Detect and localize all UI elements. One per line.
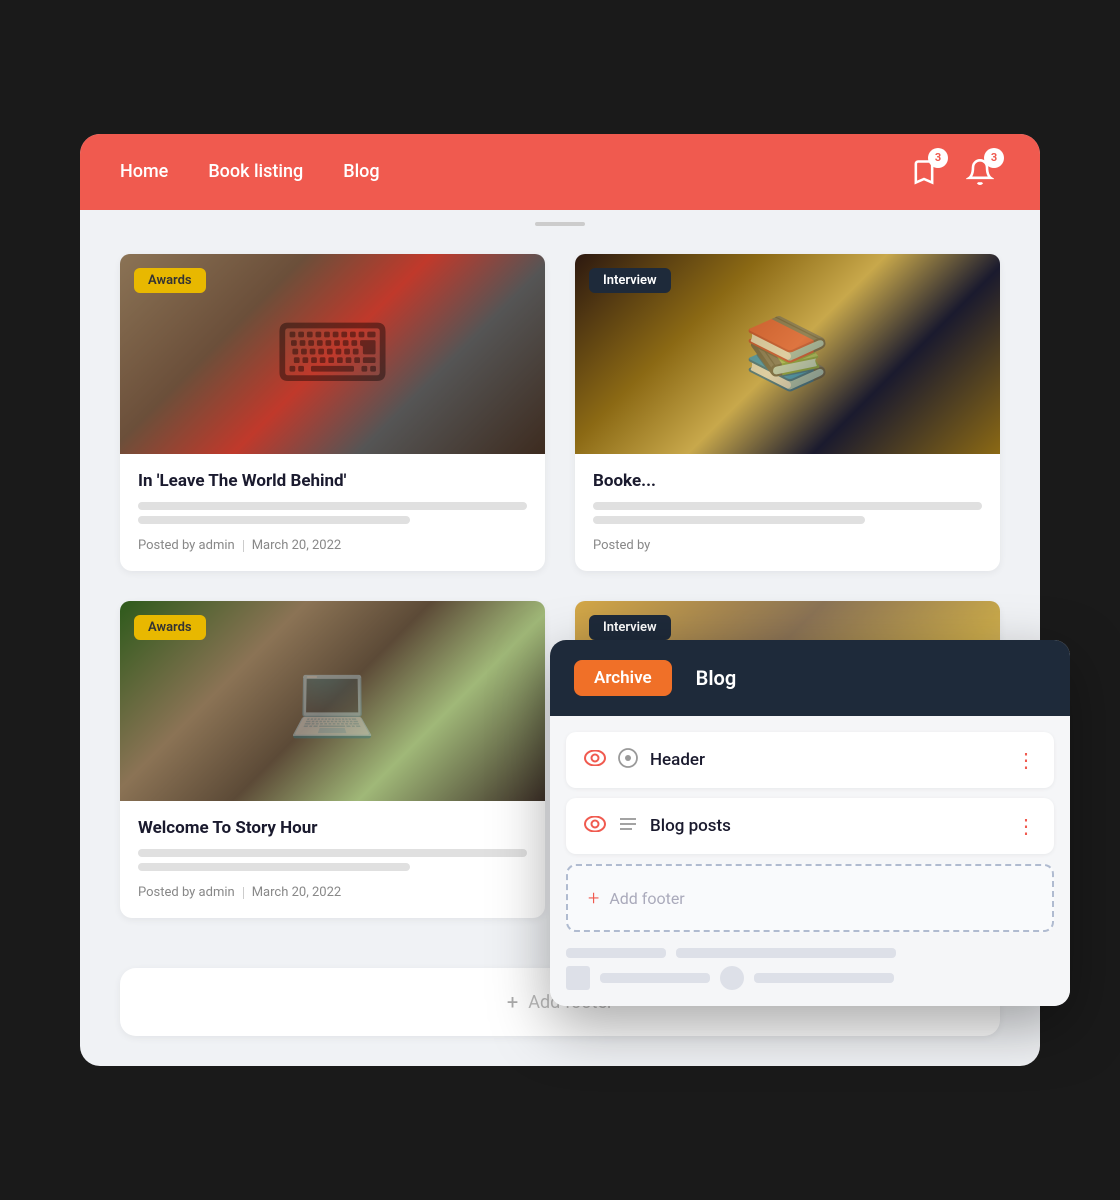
- meta-divider: [243, 887, 244, 899]
- card-1-title: In 'Leave The World Behind': [138, 470, 527, 492]
- add-footer-dashed[interactable]: + Add footer: [566, 864, 1054, 932]
- card-4-category-badge: Interview: [589, 615, 671, 640]
- archive-panel-header: Archive Blog: [550, 640, 1070, 716]
- archive-section-header: Header ⋮: [566, 732, 1054, 788]
- card-2-title: Booke...: [593, 470, 982, 492]
- card-3-image: Awards: [120, 601, 545, 801]
- line-full: [138, 502, 527, 510]
- nav-link-home[interactable]: Home: [120, 161, 168, 182]
- card-2-category-badge: Interview: [589, 268, 671, 293]
- eye-icon-header[interactable]: [584, 750, 606, 771]
- ph-rect-3: [600, 973, 710, 983]
- three-dots-header[interactable]: ⋮: [1016, 748, 1036, 772]
- add-footer-dashed-label: Add footer: [609, 889, 684, 908]
- nav-link-book-listing[interactable]: Book listing: [208, 161, 303, 182]
- card-2-meta: Posted by: [593, 538, 982, 553]
- section-left-header: Header: [584, 748, 705, 772]
- card-1-category-badge: Awards: [134, 268, 206, 293]
- section-name-header: Header: [650, 750, 705, 770]
- card-1-image: Awards: [120, 254, 545, 454]
- placeholder-rows: [566, 948, 1054, 990]
- card-3-title: Welcome To Story Hour: [138, 817, 527, 839]
- line-short: [593, 516, 865, 524]
- ph-rect-4: [754, 973, 894, 983]
- line-short: [138, 516, 410, 524]
- card-1-content: In 'Leave The World Behind' Posted by ad…: [120, 454, 545, 571]
- card-2-lines: [593, 502, 982, 524]
- bookmark-icon-btn[interactable]: 3: [904, 152, 944, 192]
- placeholder-row-1: [566, 948, 1054, 958]
- section-left-blogposts: Blog posts: [584, 815, 731, 837]
- ph-square: [566, 966, 590, 990]
- add-footer-dashed-plus-icon: +: [588, 886, 599, 910]
- eye-icon-blogposts[interactable]: [584, 816, 606, 837]
- card-3-date: March 20, 2022: [252, 885, 342, 900]
- add-footer-plus-icon: +: [507, 990, 518, 1014]
- three-dots-blogposts[interactable]: ⋮: [1016, 814, 1036, 838]
- archive-section-blogposts: Blog posts ⋮: [566, 798, 1054, 854]
- nav-links: Home Book listing Blog: [120, 161, 380, 182]
- scroll-indicator: [80, 210, 1040, 234]
- card-2-image: Interview: [575, 254, 1000, 454]
- placeholder-row-2: [566, 966, 1054, 990]
- main-container: Home Book listing Blog 3 3: [80, 134, 1040, 1066]
- card-3-category-badge: Awards: [134, 615, 206, 640]
- card-1-author: Posted by admin: [138, 538, 235, 553]
- card-3-author: Posted by admin: [138, 885, 235, 900]
- card-2-author: Posted by: [593, 538, 650, 553]
- line-full: [138, 849, 527, 857]
- card-1-meta: Posted by admin March 20, 2022: [138, 538, 527, 553]
- ph-avatar: [720, 966, 744, 990]
- blog-card-1[interactable]: Awards In 'Leave The World Behind' Poste…: [120, 254, 545, 571]
- archive-panel: Archive Blog: [550, 640, 1070, 1006]
- line-short: [138, 863, 410, 871]
- ph-rect-2: [676, 948, 896, 958]
- scroll-bar: [535, 222, 585, 226]
- archive-panel-body: Header ⋮: [550, 716, 1070, 1006]
- meta-divider: [243, 540, 244, 552]
- bell-icon-btn[interactable]: 3: [960, 152, 1000, 192]
- card-1-lines: [138, 502, 527, 524]
- archive-tab-inactive[interactable]: Blog: [684, 658, 749, 698]
- section-icon-blogposts: [618, 815, 638, 837]
- ph-rect-1: [566, 948, 666, 958]
- blog-card-3[interactable]: Awards Welcome To Story Hour Posted by a…: [120, 601, 545, 918]
- bookmark-badge: 3: [928, 148, 948, 168]
- card-3-meta: Posted by admin March 20, 2022: [138, 885, 527, 900]
- card-3-lines: [138, 849, 527, 871]
- nav-header: Home Book listing Blog 3 3: [80, 134, 1040, 210]
- card-3-content: Welcome To Story Hour Posted by admin Ma…: [120, 801, 545, 918]
- card-1-date: March 20, 2022: [252, 538, 342, 553]
- section-icon-header: [618, 748, 638, 772]
- bell-badge: 3: [984, 148, 1004, 168]
- blog-card-2[interactable]: Interview Booke... Posted by: [575, 254, 1000, 571]
- archive-tab-active[interactable]: Archive: [574, 660, 672, 696]
- nav-link-blog[interactable]: Blog: [343, 161, 379, 182]
- section-name-blogposts: Blog posts: [650, 816, 731, 836]
- nav-icons: 3 3: [904, 152, 1000, 192]
- line-full: [593, 502, 982, 510]
- card-2-content: Booke... Posted by: [575, 454, 1000, 571]
